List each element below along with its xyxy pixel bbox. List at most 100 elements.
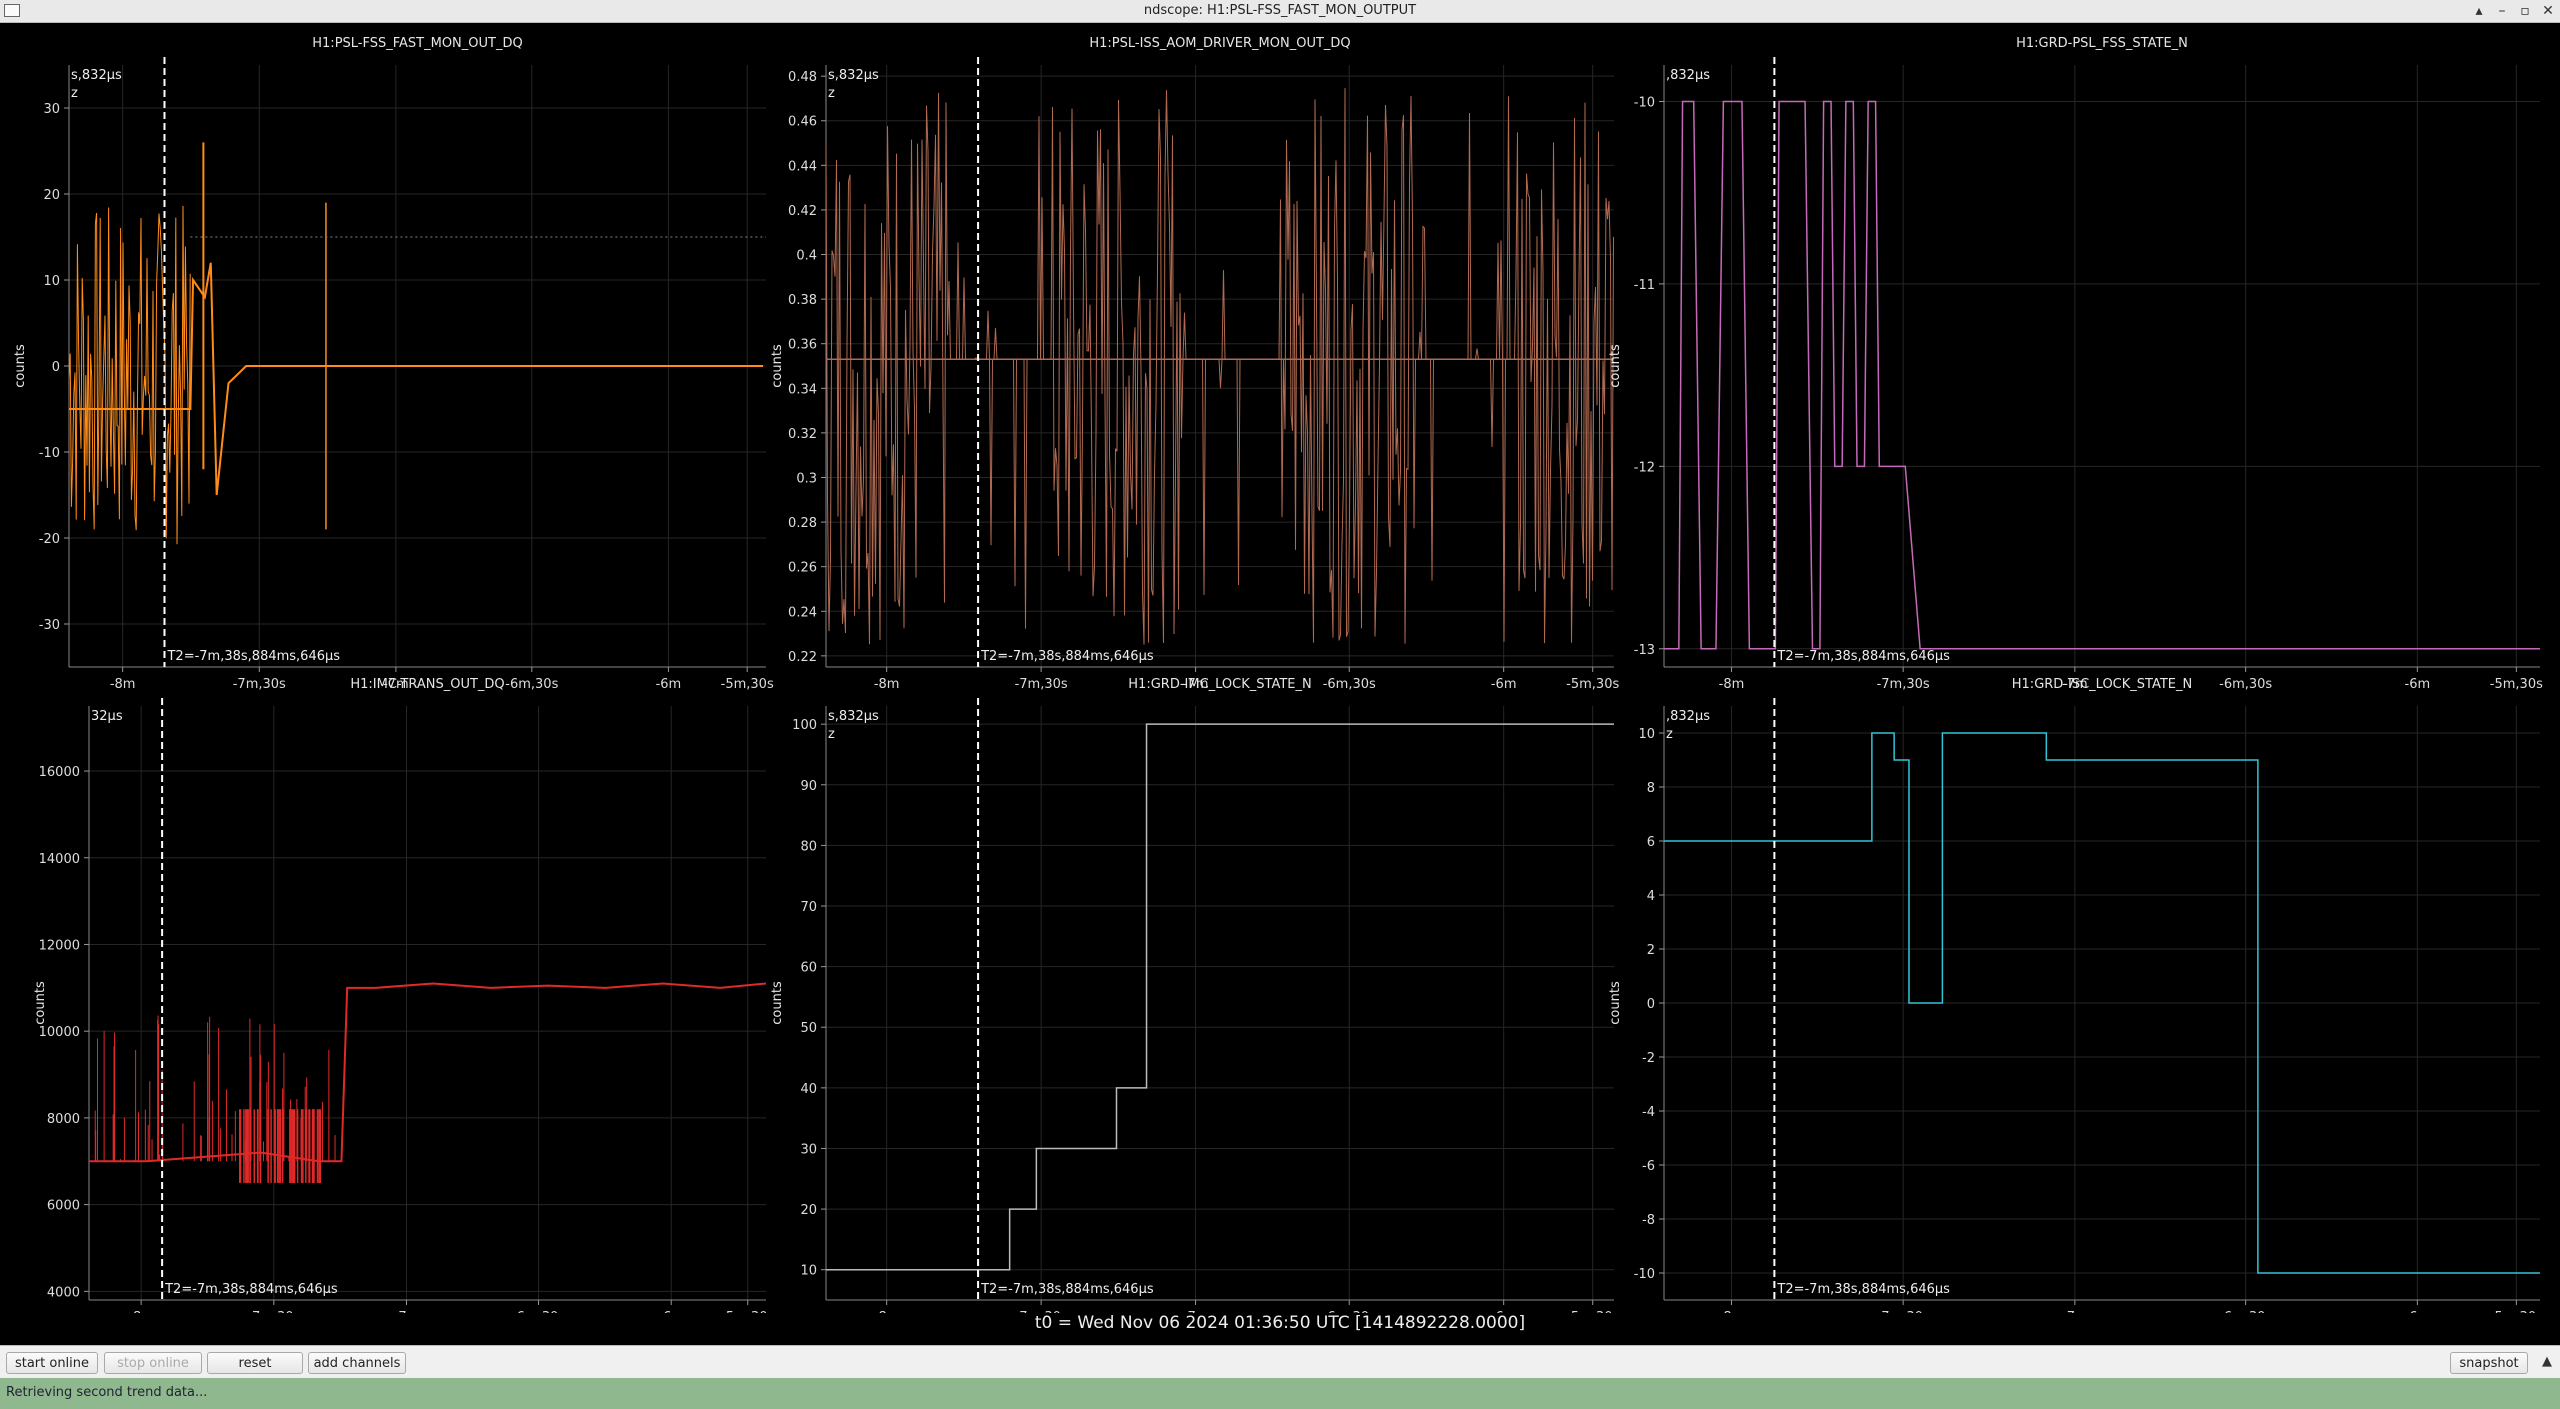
plot-traces xyxy=(826,723,1614,1271)
cursor-corner-label: ,832µs xyxy=(1666,709,1710,724)
status-text: Retrieving second trend data... xyxy=(6,1385,208,1400)
cursor-corner-label: z xyxy=(828,727,835,742)
cursor-corner-label: s,832µs xyxy=(828,68,879,83)
cursor-t2-label: T2=-7m,38s,884ms,646µs xyxy=(980,649,1154,664)
x-tick-label: -7m,30s xyxy=(233,677,286,692)
x-tick-label: -6m,30s xyxy=(505,677,558,692)
y-tick-label: 0.46 xyxy=(788,115,817,130)
toolbar: start online stop online reset add chann… xyxy=(0,1345,2560,1379)
y-tick-label: -4 xyxy=(1642,1105,1655,1120)
y-tick-label: -30 xyxy=(39,618,60,633)
y-tick-label: 0.44 xyxy=(788,159,817,174)
plot-title: H1:PSL-ISS_AOM_DRIVER_MON_OUT_DQ xyxy=(1089,36,1350,51)
cursor-corner-label: s,832µs xyxy=(71,68,122,83)
y-axis-label: counts xyxy=(770,344,785,388)
series-line xyxy=(826,88,1614,645)
y-tick-label: 40 xyxy=(800,1082,817,1097)
plot-panel-4: H1:IMC-TRANS_OUT_DQcounts 16000 14000 12000… xyxy=(33,677,774,1325)
start-online-button[interactable]: start online xyxy=(6,1352,98,1374)
x-tick-label: -7m,30s xyxy=(1877,677,1930,692)
maximize-button[interactable]: ▫ xyxy=(2514,1,2536,21)
y-tick-label: -8 xyxy=(1642,1213,1655,1228)
y-tick-label: -13 xyxy=(1634,643,1655,658)
y-tick-label: 8 xyxy=(1647,781,1655,796)
window-titlebar: ndscope: H1:PSL-FSS_FAST_MON_OUTPUT ▴ – … xyxy=(0,0,2560,23)
series-line xyxy=(1664,100,2540,650)
plot-panel-1: H1:PSL-FSS_FAST_MON_OUT_DQcounts 30 20 10 0 -… xyxy=(13,36,774,692)
add-channels-button[interactable]: add channels xyxy=(308,1352,406,1374)
x-tick-label: -8m xyxy=(110,677,136,692)
y-tick-label: 0.4 xyxy=(796,249,817,264)
y-tick-label: 30 xyxy=(43,102,60,117)
x-tick-label: -6m,30s xyxy=(2219,677,2272,692)
plot-title: H1:GRD-PSL_FSS_STATE_N xyxy=(2016,36,2188,51)
cursor-corner-label: 32µs xyxy=(91,709,123,724)
y-axis-label: counts xyxy=(770,981,785,1025)
y-tick-label: 90 xyxy=(800,779,817,794)
y-tick-label: 2 xyxy=(1647,943,1655,958)
series-line xyxy=(89,982,766,1163)
x-tick-label: -6m xyxy=(656,677,682,692)
y-tick-label: 0.26 xyxy=(788,561,817,576)
y-tick-label: -10 xyxy=(1634,1267,1655,1282)
y-tick-label: 0.36 xyxy=(788,338,817,353)
cursor-t2-label: T2=-7m,38s,884ms,646µs xyxy=(164,1282,338,1297)
y-tick-label: 10 xyxy=(800,1264,817,1279)
plot-title: H1:GRD-ISC_LOCK_STATE_N xyxy=(2012,677,2192,692)
y-tick-label: -11 xyxy=(1634,278,1655,293)
reset-button[interactable]: reset xyxy=(207,1352,303,1374)
cursor-corner-label: s,832µs xyxy=(828,709,879,724)
cursor-t2-label: T2=-7m,38s,884ms,646µs xyxy=(166,649,340,664)
minimize-button[interactable]: – xyxy=(2491,1,2513,21)
cursor-t2-label: T2=-7m,38s,884ms,646µs xyxy=(1776,1282,1950,1297)
plot-panel-2: H1:PSL-ISS_AOM_DRIVER_MON_OUT_DQcounts0.… xyxy=(770,36,1619,692)
plot-title: H1:PSL-FSS_FAST_MON_OUT_DQ xyxy=(312,36,522,51)
x-tick-label: -6m xyxy=(1491,677,1517,692)
y-tick-label: 20 xyxy=(800,1203,817,1218)
plot-traces xyxy=(1664,100,2540,650)
y-axis-label: counts xyxy=(13,344,28,388)
plot-title: H1:GRD-IMC_LOCK_STATE_N xyxy=(1128,677,1311,692)
plot-panel-5: H1:GRD-IMC_LOCK_STATE_Ncounts 100 90 80 70 60… xyxy=(770,677,1619,1325)
plot-traces xyxy=(89,982,766,1183)
plot-title: H1:IMC-TRANS_OUT_DQ xyxy=(350,677,504,692)
plot-panel-6: H1:GRD-ISC_LOCK_STATE_Ncounts 10 8 6 4 2 0 -2 -4… xyxy=(1608,677,2543,1325)
x-tick-label: -7m,30s xyxy=(1015,677,1068,692)
y-tick-label: 0.32 xyxy=(788,427,817,442)
cursor-t2-label: T2=-7m,38s,884ms,646µs xyxy=(980,1282,1154,1297)
y-tick-label: 80 xyxy=(800,839,817,854)
cursor-t2-label: T2=-7m,38s,884ms,646µs xyxy=(1776,649,1950,664)
plot-grid[interactable]: H1:PSL-FSS_FAST_MON_OUT_DQcounts 30 20 100 -… xyxy=(0,23,2560,1325)
y-tick-label: 100 xyxy=(792,718,817,733)
x-tick-label: -5m,30s xyxy=(2490,677,2543,692)
snapshot-button[interactable]: snapshot xyxy=(2450,1352,2528,1374)
y-tick-label: -12 xyxy=(1634,460,1655,475)
stop-online-button[interactable]: stop online xyxy=(104,1352,202,1374)
plot-panel-3: H1:GRD-PSL_FSS_STATE_Ncounts -10 -11 -12 -13… xyxy=(1608,36,2543,692)
x-tick-label: -8m xyxy=(874,677,900,692)
y-tick-label: 0.28 xyxy=(788,516,817,531)
y-tick-label: 16000 xyxy=(39,765,80,780)
y-tick-label: -20 xyxy=(39,532,60,547)
window-shade-button[interactable]: ▴ xyxy=(2468,1,2490,21)
y-tick-label: 0.3 xyxy=(796,471,817,486)
y-tick-label: 20 xyxy=(43,188,60,203)
y-tick-label: 10 xyxy=(1638,727,1655,742)
y-tick-label: 0.34 xyxy=(788,382,817,397)
series-line-noise xyxy=(69,205,191,545)
y-tick-label: -10 xyxy=(1634,95,1655,110)
x-tick-label: -5m,30s xyxy=(1566,677,1619,692)
plot-area: H1:PSL-FSS_FAST_MON_OUT_DQcounts 30 20 10 0 -… xyxy=(0,23,2560,1345)
x-tick-label: -8m xyxy=(1719,677,1745,692)
y-tick-label: 4000 xyxy=(47,1285,80,1300)
plot-traces xyxy=(69,142,766,545)
y-tick-label: 10000 xyxy=(39,1025,80,1040)
y-tick-label: 6000 xyxy=(47,1199,80,1214)
collapse-arrow-icon[interactable]: ▲ xyxy=(2542,1354,2552,1369)
plot-traces xyxy=(826,88,1614,645)
close-button[interactable]: ✕ xyxy=(2537,1,2559,21)
y-axis-label: counts xyxy=(33,981,48,1025)
cursor-corner-label: ,832µs xyxy=(1666,68,1710,83)
y-tick-label: 50 xyxy=(800,1021,817,1036)
x-tick-label: -6m,30s xyxy=(1323,677,1376,692)
